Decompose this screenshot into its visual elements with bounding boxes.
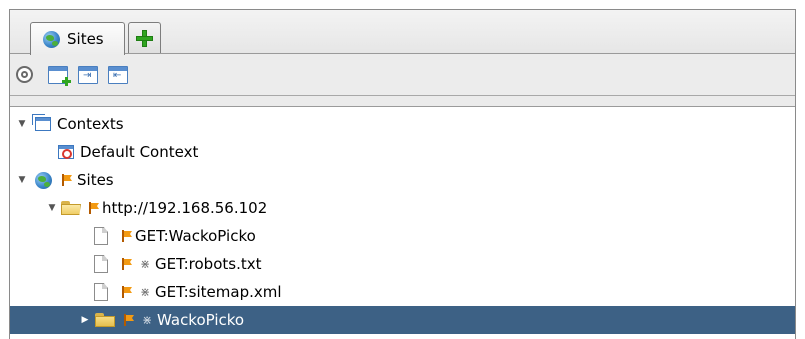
collapse-toggle-icon[interactable]: ▶ (80, 315, 90, 325)
tree-node-wackopicko-folder[interactable]: ▶ ⋇ WackoPicko (10, 306, 795, 334)
arrow-out-icon: ⇤ (113, 70, 122, 81)
toolbar: ⇥ ⇤ (10, 54, 795, 95)
page-icon (94, 283, 108, 301)
tree-label-sites: Sites (77, 171, 114, 189)
globe-icon (35, 171, 52, 189)
page-icon (94, 255, 108, 273)
flag-icon (121, 286, 133, 298)
sites-panel: Sites ⇥ ⇤ ▼ Contexts Default Context ▼ S… (9, 9, 796, 339)
export-context-icon[interactable]: ⇤ (108, 66, 128, 84)
plus-icon (136, 30, 153, 47)
toolbar-divider (10, 95, 795, 96)
folder-open-icon (61, 201, 81, 215)
flag-icon (121, 258, 133, 270)
tree-node-get-wackopicko[interactable]: GET:WackoPicko (10, 222, 795, 250)
page-icon (94, 227, 108, 245)
tree-node-host[interactable]: ▼ http://192.168.56.102 (10, 194, 795, 222)
tree-node-robots[interactable]: ⋇ GET:robots.txt (10, 250, 795, 278)
tree-label-sitemap: GET:sitemap.xml (155, 283, 282, 301)
flag-icon (88, 202, 100, 214)
target-icon[interactable] (16, 66, 33, 83)
tab-sites-label: Sites (67, 30, 104, 48)
tree-node-contexts[interactable]: ▼ Contexts (10, 110, 795, 138)
expand-toggle-icon[interactable]: ▼ (47, 203, 57, 213)
tree-node-sitemap[interactable]: ⋇ GET:sitemap.xml (10, 278, 795, 306)
flag-icon (123, 314, 135, 326)
tree-label-robots: GET:robots.txt (155, 255, 262, 273)
tree-node-default-context[interactable]: Default Context (10, 138, 795, 166)
add-tab-button[interactable] (128, 22, 161, 54)
plus-badge-icon (62, 77, 71, 86)
sites-tree: ▼ Contexts Default Context ▼ Sites ▼ htt… (10, 106, 795, 339)
default-context-icon (58, 145, 74, 159)
tree-label-default-context: Default Context (80, 143, 199, 161)
import-context-icon[interactable]: ⇥ (78, 66, 98, 84)
flag-icon (61, 174, 73, 186)
new-context-icon[interactable] (48, 66, 71, 86)
expand-toggle-icon[interactable]: ▼ (17, 175, 27, 185)
spider-icon: ⋇ (139, 257, 151, 271)
tree-label-contexts: Contexts (57, 115, 124, 133)
tree-label-wackopicko-folder: WackoPicko (157, 311, 245, 329)
tab-sites[interactable]: Sites (30, 22, 125, 55)
globe-icon (43, 30, 60, 48)
spider-icon: ⋇ (139, 285, 151, 299)
expand-toggle-icon[interactable]: ▼ (17, 119, 27, 129)
tree-label-host: http://192.168.56.102 (102, 199, 268, 217)
arrow-in-icon: ⇥ (83, 70, 92, 81)
folder-icon (95, 313, 115, 327)
tab-strip: Sites (10, 10, 795, 55)
tree-node-sites[interactable]: ▼ Sites (10, 166, 795, 194)
spider-icon: ⋇ (141, 313, 153, 327)
flag-icon (121, 230, 133, 242)
contexts-icon (32, 114, 51, 131)
tree-label-get-wackopicko: GET:WackoPicko (135, 227, 256, 245)
